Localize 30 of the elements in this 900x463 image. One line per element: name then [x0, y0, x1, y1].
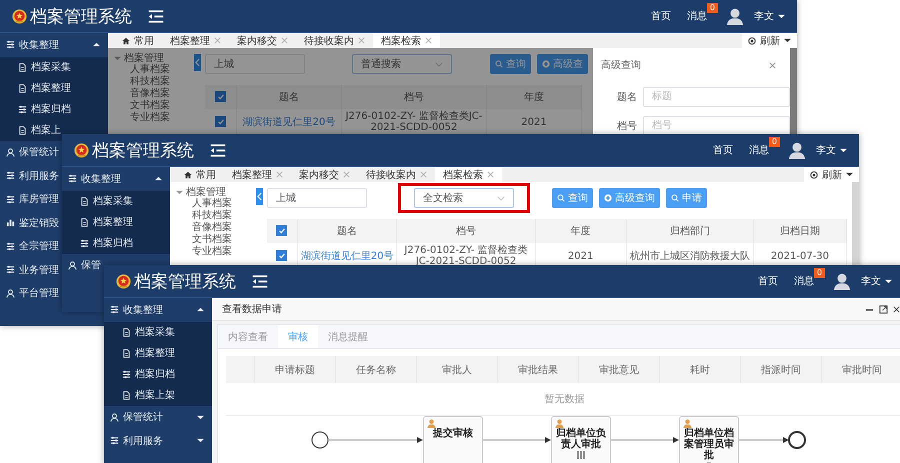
column-header: 题名 — [297, 219, 397, 243]
column-header: 审批人 — [416, 356, 498, 383]
field-label: 档号 — [616, 120, 637, 132]
column-header: 档号 — [396, 219, 536, 243]
column-header: 审批意见 — [578, 356, 660, 383]
field-label: 题名 — [616, 90, 637, 104]
column-header: 审批结果 — [498, 356, 579, 383]
count-badge: 0 — [814, 268, 825, 278]
drawer-title: 高级查询 — [601, 58, 641, 72]
app-title: 档案管理系统 — [134, 270, 236, 292]
column-header: 耗时 — [660, 356, 741, 383]
empty-message: 暂无数据 — [544, 394, 584, 405]
column-header: 归档日期 — [753, 219, 846, 243]
node-label: 归档单位负责人审批 — [555, 428, 607, 450]
node-label: 提交审核 — [432, 428, 474, 439]
column-header: 申请标题 — [254, 356, 336, 383]
column-header: 档号 — [342, 85, 486, 109]
app-title: 档案管理系统 — [92, 140, 194, 162]
column-header: 指派时间 — [740, 356, 822, 383]
node-label: 归档单位档案管理员审批 — [683, 428, 735, 461]
count-badge: 0 — [768, 137, 780, 147]
column-header: 题名 — [236, 85, 342, 109]
column-header: 归档部门 — [626, 219, 754, 243]
count-badge: 0 — [706, 3, 718, 13]
column-header: 年度 — [486, 85, 582, 109]
column-header: 任务名称 — [336, 356, 417, 383]
column-header: 审批时间 — [821, 356, 900, 383]
app-title: 档案管理系统 — [30, 6, 132, 28]
column-header: 年度 — [535, 219, 626, 243]
dialog-title: 查看数据申请 — [222, 302, 282, 316]
